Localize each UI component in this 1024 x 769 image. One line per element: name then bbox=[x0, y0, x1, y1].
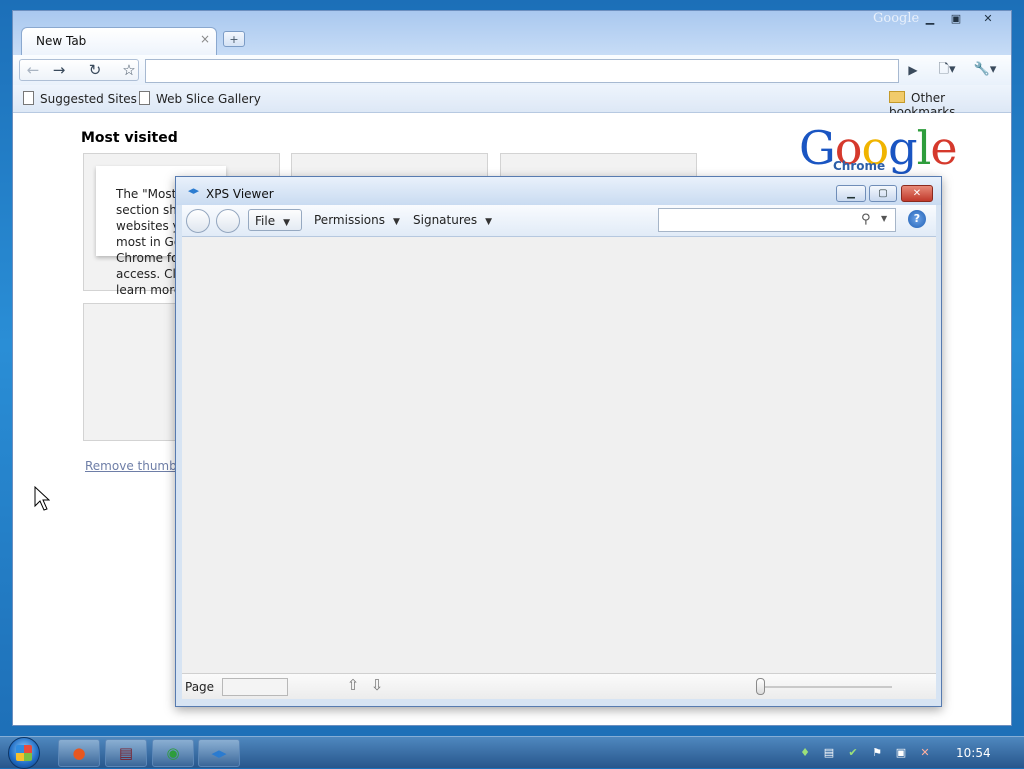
bookmark-web-slice-gallery[interactable]: Web Slice Gallery bbox=[139, 91, 261, 106]
volume-muted-icon[interactable]: ✕ bbox=[918, 746, 932, 760]
document-area[interactable] bbox=[182, 237, 936, 673]
xps-app-icon: ◂▸ bbox=[188, 184, 200, 197]
network-status-icon[interactable]: ▣ bbox=[894, 746, 908, 760]
most-visited-thumbnail[interactable] bbox=[291, 153, 488, 177]
minimize-icon[interactable]: ▁ bbox=[836, 185, 866, 202]
bookmark-label: Web Slice Gallery bbox=[156, 92, 261, 106]
page-icon bbox=[139, 91, 150, 105]
back-icon[interactable] bbox=[186, 209, 210, 233]
back-icon[interactable]: ← bbox=[21, 59, 45, 81]
previous-page-icon[interactable]: ⇧ bbox=[344, 676, 362, 696]
star-icon[interactable]: ☆ bbox=[117, 59, 141, 81]
xps-statusbar: Page ⇧ ⇩ bbox=[182, 673, 936, 699]
page-menu-icon[interactable]: 🗋▾ bbox=[931, 59, 963, 81]
close-icon[interactable]: ✕ bbox=[901, 185, 933, 202]
zoom-slider-track[interactable] bbox=[762, 686, 892, 688]
signatures-menu-label: Signatures bbox=[413, 213, 478, 227]
signatures-menu[interactable]: Signatures ▼ bbox=[407, 209, 498, 231]
minimize-icon[interactable]: ▁ bbox=[917, 11, 943, 27]
window-title: XPS Viewer bbox=[206, 187, 274, 201]
chevron-down-icon[interactable]: ▼ bbox=[881, 214, 887, 223]
clock[interactable]: 10:54 bbox=[956, 746, 991, 760]
forward-icon[interactable] bbox=[216, 209, 240, 233]
file-menu[interactable]: File ▼ bbox=[248, 209, 302, 231]
wrench-menu-icon[interactable]: 🔧▾ bbox=[969, 59, 1001, 81]
google-watermark: Google bbox=[873, 11, 920, 26]
chevron-down-icon: ▼ bbox=[283, 218, 291, 228]
bookmarks-bar: Suggested Sites Web Slice Gallery Other … bbox=[13, 85, 1011, 119]
forward-icon[interactable]: → bbox=[47, 59, 71, 81]
windows-logo-icon bbox=[16, 745, 32, 761]
permissions-menu[interactable]: Permissions ▼ bbox=[308, 209, 406, 231]
chevron-down-icon: ▼ bbox=[485, 217, 493, 227]
permissions-menu-label: Permissions bbox=[314, 213, 385, 227]
file-menu-label: File bbox=[255, 214, 276, 228]
bookmark-label: Suggested Sites bbox=[40, 92, 137, 106]
chrome-taskbar-icon[interactable]: ◉ bbox=[152, 739, 194, 767]
chrome-toolbar: ← → ↻ ☆ ▶ 🗋▾ 🔧▾ bbox=[13, 55, 1011, 85]
tab-new-tab[interactable]: New Tab × bbox=[21, 27, 217, 55]
logo-letter: e bbox=[930, 121, 957, 175]
xps-viewer-window: ◂▸ XPS Viewer ▁ ▢ ✕ File ▼ Permissions ▼ S… bbox=[175, 176, 942, 707]
most-visited-heading: Most visited bbox=[81, 130, 178, 146]
firefox-taskbar-icon[interactable]: ● bbox=[58, 739, 100, 767]
tab-close-icon[interactable]: × bbox=[200, 32, 210, 46]
zoom-slider-thumb[interactable] bbox=[756, 678, 765, 695]
next-page-icon[interactable]: ⇩ bbox=[368, 676, 386, 696]
xps-toolbar: File ▼ Permissions ▼ Signatures ▼ ⚲ ▼ ? bbox=[182, 205, 936, 237]
go-icon[interactable]: ▶ bbox=[901, 59, 925, 81]
search-icon[interactable]: ⚲ bbox=[861, 212, 871, 227]
logo-letter: G bbox=[799, 121, 836, 175]
bookmark-suggested-sites[interactable]: Suggested Sites bbox=[23, 91, 137, 106]
search-input[interactable]: ⚲ ▼ bbox=[658, 208, 896, 232]
folder-icon bbox=[889, 91, 905, 103]
mouse-cursor-icon bbox=[34, 486, 50, 511]
page-label: Page bbox=[185, 680, 215, 694]
security-tray-icon[interactable]: ✔ bbox=[846, 746, 860, 760]
winrar-taskbar-icon[interactable]: ▤ bbox=[105, 739, 147, 767]
chevron-down-icon: ▼ bbox=[392, 217, 400, 227]
maximize-icon[interactable]: ▢ bbox=[869, 185, 897, 202]
logo-subtitle: Chrome bbox=[833, 159, 886, 173]
xps-viewer-taskbar-icon[interactable]: ◂▸ bbox=[198, 739, 240, 767]
logo-letter: l bbox=[916, 121, 932, 175]
logo-letter: g bbox=[888, 121, 917, 175]
address-bar[interactable] bbox=[145, 59, 899, 83]
new-tab-button[interactable]: + bbox=[223, 31, 245, 47]
xps-titlebar[interactable]: ◂▸ XPS Viewer ▁ ▢ ✕ bbox=[176, 177, 941, 205]
most-visited-thumbnail[interactable] bbox=[500, 153, 697, 177]
close-icon[interactable]: ✕ bbox=[975, 11, 1001, 27]
document-tray-icon[interactable]: ▤ bbox=[822, 746, 836, 760]
action-center-flag-icon[interactable]: ⚑ bbox=[870, 746, 884, 760]
tab-title: New Tab bbox=[36, 34, 87, 48]
page-icon bbox=[23, 91, 34, 105]
help-icon[interactable]: ? bbox=[908, 210, 926, 228]
chrome-titlebar: New Tab × + Google ▁ ▣ ✕ bbox=[13, 11, 1011, 55]
network-tray-icon[interactable]: ♦ bbox=[798, 746, 812, 760]
reload-icon[interactable]: ↻ bbox=[83, 59, 107, 81]
taskbar: ● ▤ ◉ ◂▸ ♦ ▤ ✔ ⚑ ▣ ✕ 10:54 bbox=[0, 736, 1024, 769]
page-number-field[interactable] bbox=[222, 678, 288, 696]
maximize-icon[interactable]: ▣ bbox=[943, 11, 969, 27]
start-button[interactable] bbox=[8, 737, 40, 769]
